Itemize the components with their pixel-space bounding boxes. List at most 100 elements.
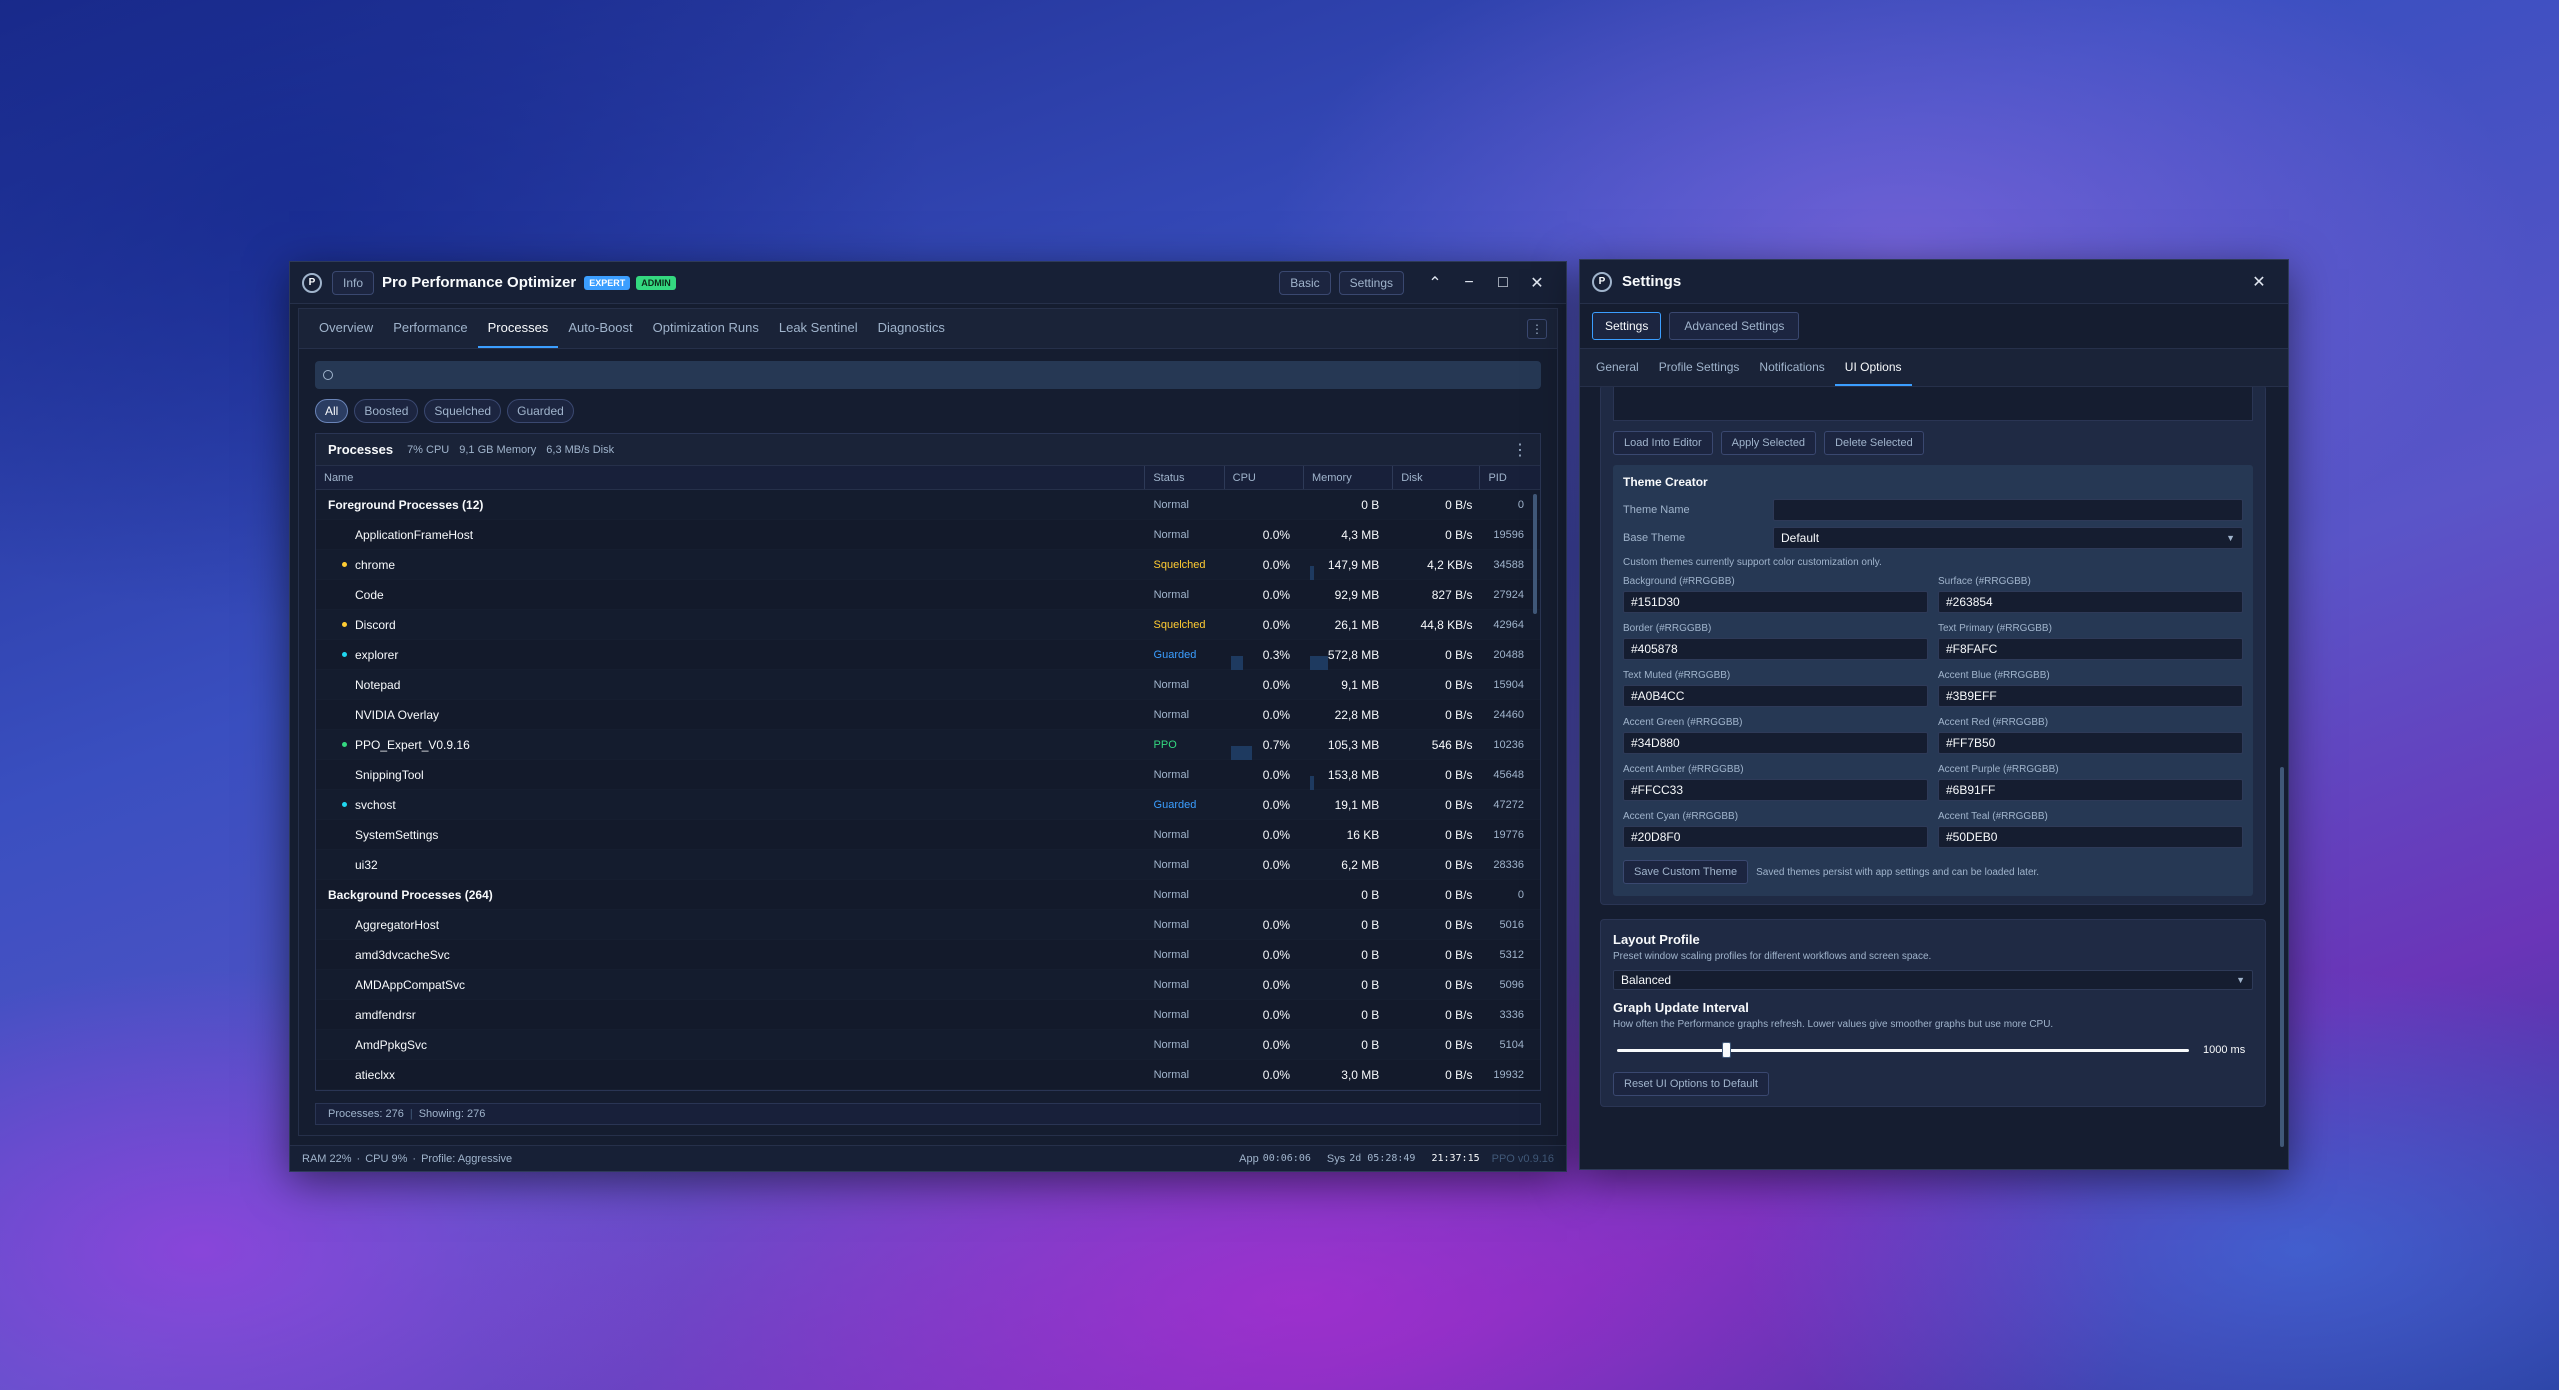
group-row[interactable]: Background Processes (264) Normal 0 B 0 B/s…: [316, 880, 1540, 910]
color-input[interactable]: #6B91FF: [1938, 779, 2243, 801]
process-cpu: 0.0%: [1262, 917, 1291, 932]
subtab-profile-settings[interactable]: Profile Settings: [1649, 349, 1750, 386]
settings-tab-advanced[interactable]: Advanced Settings: [1669, 312, 1800, 340]
col-name[interactable]: Name: [316, 466, 1146, 489]
process-status: Normal: [1153, 1068, 1190, 1081]
process-pid: 5096: [1499, 978, 1524, 991]
process-memory: 0 B: [1361, 497, 1380, 512]
color-input[interactable]: #3B9EFF: [1938, 685, 2243, 707]
color-input[interactable]: #34D880: [1623, 732, 1928, 754]
table-scrollbar[interactable]: [1533, 494, 1537, 614]
color-input[interactable]: #151D30: [1623, 591, 1928, 613]
theme-name-input[interactable]: [1773, 499, 2243, 521]
color-field: Accent Purple (#RRGGBB) #6B91FF: [1938, 764, 2243, 801]
col-status[interactable]: Status: [1145, 466, 1225, 489]
save-custom-theme-button[interactable]: Save Custom Theme: [1623, 860, 1749, 884]
table-row[interactable]: AggregatorHost Normal 0.0% 0 B 0 B/s 5016: [316, 910, 1540, 940]
color-input[interactable]: #A0B4CC: [1623, 685, 1928, 707]
table-row[interactable]: chrome Squelched 0.0% 147,9 MB 4,2 KB/s 34588: [316, 550, 1540, 580]
process-cpu-cell: 0.0%: [1225, 558, 1304, 572]
color-input[interactable]: #FFCC33: [1623, 779, 1928, 801]
collapse-icon[interactable]: ⌃: [1418, 273, 1452, 293]
filter-all[interactable]: All: [315, 399, 349, 423]
process-name-cell: Foreground Processes (12): [316, 498, 1145, 512]
process-cpu: 0.0%: [1262, 1037, 1291, 1052]
subtab-ui-options[interactable]: UI Options: [1834, 349, 1912, 386]
saved-themes-list[interactable]: [1613, 387, 2253, 421]
process-pid: 15904: [1493, 678, 1524, 691]
table-row[interactable]: AmdPpkgSvc Normal 0.0% 0 B 0 B/s 5104: [316, 1030, 1540, 1060]
subtab-notifications[interactable]: Notifications: [1749, 349, 1834, 386]
table-row[interactable]: amd3dvcacheSvc Normal 0.0% 0 B 0 B/s 5312: [316, 940, 1540, 970]
tab-diagnostics[interactable]: Diagnostics: [868, 309, 955, 348]
process-cpu-cell: 0.0%: [1225, 858, 1304, 872]
process-search[interactable]: [315, 361, 1541, 389]
table-row[interactable]: AMDAppCompatSvc Normal 0.0% 0 B 0 B/s 5096: [316, 970, 1540, 1000]
maximize-icon[interactable]: □: [1486, 274, 1520, 292]
color-input[interactable]: #20D8F0: [1623, 826, 1928, 848]
settings-tab-settings[interactable]: Settings: [1592, 312, 1662, 340]
col-cpu[interactable]: CPU: [1225, 466, 1304, 489]
process-memory: 19,1 MB: [1334, 797, 1380, 812]
col-disk[interactable]: Disk: [1393, 466, 1481, 489]
info-button[interactable]: Info: [332, 270, 375, 295]
apply-selected-button[interactable]: Apply Selected: [1720, 431, 1817, 455]
table-row[interactable]: explorer Guarded 0.3% 572,8 MB 0 B/s 20488: [316, 640, 1540, 670]
group-row[interactable]: Foreground Processes (12) Normal 0 B 0 B/s 0: [316, 490, 1540, 520]
table-row[interactable]: Notepad Normal 0.0% 9,1 MB 0 B/s 15904: [316, 670, 1540, 700]
filter-guarded[interactable]: Guarded: [507, 399, 574, 423]
process-disk: 0 B/s: [1445, 677, 1473, 692]
table-row[interactable]: ui32 Normal 0.0% 6,2 MB 0 B/s 28336: [316, 850, 1540, 880]
tab-auto-boost[interactable]: Auto-Boost: [558, 309, 642, 348]
table-row[interactable]: atieclxx Normal 0.0% 3,0 MB 0 B/s 19932: [316, 1060, 1540, 1090]
color-input[interactable]: #50DEB0: [1938, 826, 2243, 848]
settings-close-icon[interactable]: ✕: [2242, 272, 2276, 292]
color-field: Accent Teal (#RRGGBB) #50DEB0: [1938, 811, 2243, 848]
table-row[interactable]: NVIDIA Overlay Normal 0.0% 22,8 MB 0 B/s 2446…: [316, 700, 1540, 730]
reset-ui-options-button[interactable]: Reset UI Options to Default: [1613, 1072, 1769, 1096]
tab-overview[interactable]: Overview: [309, 309, 383, 348]
load-into-editor-button[interactable]: Load Into Editor: [1613, 431, 1713, 455]
slider-thumb[interactable]: [1722, 1042, 1732, 1058]
process-status: Normal: [1153, 1038, 1190, 1051]
tab-processes[interactable]: Processes: [477, 309, 559, 348]
main-statusbar: RAM 22% · CPU 9% · Profile: Aggressive A…: [290, 1145, 1566, 1171]
layout-profile-select[interactable]: Balanced ▼: [1613, 970, 2253, 990]
graph-interval-slider[interactable]: [1613, 1040, 2189, 1060]
minimize-icon[interactable]: −: [1452, 274, 1486, 292]
tab-leak-sentinel[interactable]: Leak Sentinel: [769, 309, 868, 348]
col-memory[interactable]: Memory: [1304, 466, 1394, 489]
status-sys-label: Sys: [1326, 1152, 1346, 1165]
process-cpu: 0.0%: [1262, 977, 1291, 992]
color-input[interactable]: #263854: [1938, 591, 2243, 613]
table-row[interactable]: SystemSettings Normal 0.0% 16 KB 0 B/s 19776: [316, 820, 1540, 850]
table-row[interactable]: Discord Squelched 0.0% 26,1 MB 44,8 KB/s 4296…: [316, 610, 1540, 640]
status-version: PPO v0.9.16: [1491, 1152, 1554, 1165]
col-pid[interactable]: PID: [1480, 466, 1540, 489]
tab-optimization-runs[interactable]: Optimization Runs: [643, 309, 769, 348]
close-icon[interactable]: ✕: [1520, 273, 1554, 293]
panel-menu-icon[interactable]: ⋮: [1512, 440, 1528, 460]
table-row[interactable]: svchost Guarded 0.0% 19,1 MB 0 B/s 47272: [316, 790, 1540, 820]
filter-squelched[interactable]: Squelched: [424, 399, 502, 423]
table-row[interactable]: ApplicationFrameHost Normal 0.0% 4,3 MB 0 B/…: [316, 520, 1540, 550]
tab-performance[interactable]: Performance: [383, 309, 477, 348]
color-input[interactable]: #FF7B50: [1938, 732, 2243, 754]
color-label: Accent Green (#RRGGBB): [1623, 717, 1743, 728]
table-row[interactable]: amdfendrsr Normal 0.0% 0 B 0 B/s 3336: [316, 1000, 1540, 1030]
basic-button[interactable]: Basic: [1279, 270, 1331, 295]
process-disk: 4,2 KB/s: [1427, 557, 1473, 572]
base-theme-select[interactable]: Default ▼: [1773, 527, 2243, 549]
color-input[interactable]: #405878: [1623, 638, 1928, 660]
color-input[interactable]: #F8FAFC: [1938, 638, 2243, 660]
table-row[interactable]: Code Normal 0.0% 92,9 MB 827 B/s 27924: [316, 580, 1540, 610]
filter-boosted[interactable]: Boosted: [354, 399, 419, 423]
settings-button[interactable]: Settings: [1338, 270, 1404, 295]
subtab-general[interactable]: General: [1586, 349, 1649, 386]
tabs-more-icon[interactable]: ⋮: [1527, 318, 1547, 339]
delete-selected-button[interactable]: Delete Selected: [1824, 431, 1924, 455]
settings-scrollbar[interactable]: [2280, 767, 2284, 1147]
table-row[interactable]: SnippingTool Normal 0.0% 153,8 MB 0 B/s 45648: [316, 760, 1540, 790]
color-label: Accent Purple (#RRGGBB): [1938, 764, 2059, 775]
table-row[interactable]: PPO_Expert_V0.9.16 PPO 0.7% 105,3 MB 546 B/s…: [316, 730, 1540, 760]
